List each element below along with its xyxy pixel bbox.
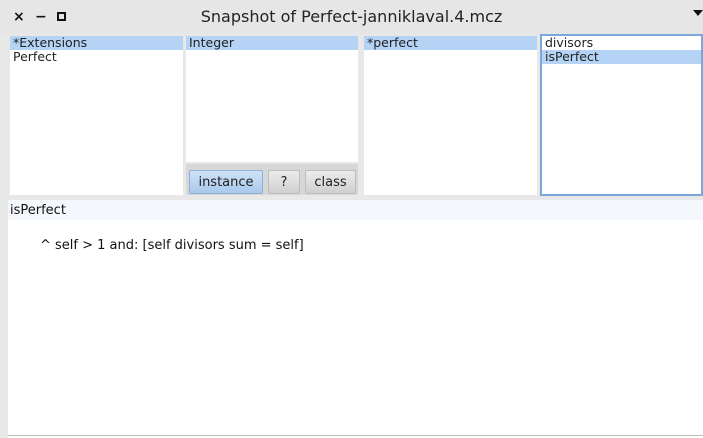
window-menu-icon[interactable] [693, 10, 703, 16]
class-side-switch-bar: instance ? class [186, 164, 358, 195]
list-item[interactable]: *perfect [364, 36, 537, 50]
instance-button[interactable]: instance [189, 170, 263, 194]
code-editor[interactable]: isPerfect ^ self > 1 and: [self divisors… [8, 200, 703, 438]
comment-button[interactable]: ? [268, 170, 300, 194]
divider [8, 435, 703, 436]
window-title: Snapshot of Perfect-janniklaval.4.mcz [200, 7, 503, 26]
title-bar: × − Snapshot of Perfect-janniklaval.4.mc… [0, 0, 703, 34]
list-item[interactable]: isPerfect [542, 50, 701, 64]
list-item[interactable]: divisors [542, 36, 701, 50]
protocols-list[interactable]: *perfect [364, 36, 537, 195]
methods-list[interactable]: divisors isPerfect [540, 34, 703, 196]
list-item[interactable]: Integer [186, 36, 358, 50]
method-body[interactable]: ^ self > 1 and: [self divisors sum = sel… [40, 238, 304, 253]
list-item[interactable]: Perfect [10, 50, 183, 64]
class-button[interactable]: class [305, 170, 356, 194]
method-signature-row [8, 200, 703, 220]
classes-list[interactable]: Integer [186, 36, 358, 162]
list-item[interactable]: *Extensions [10, 36, 183, 50]
packages-list[interactable]: *Extensions Perfect [10, 36, 183, 195]
method-signature: isPerfect [10, 203, 66, 218]
